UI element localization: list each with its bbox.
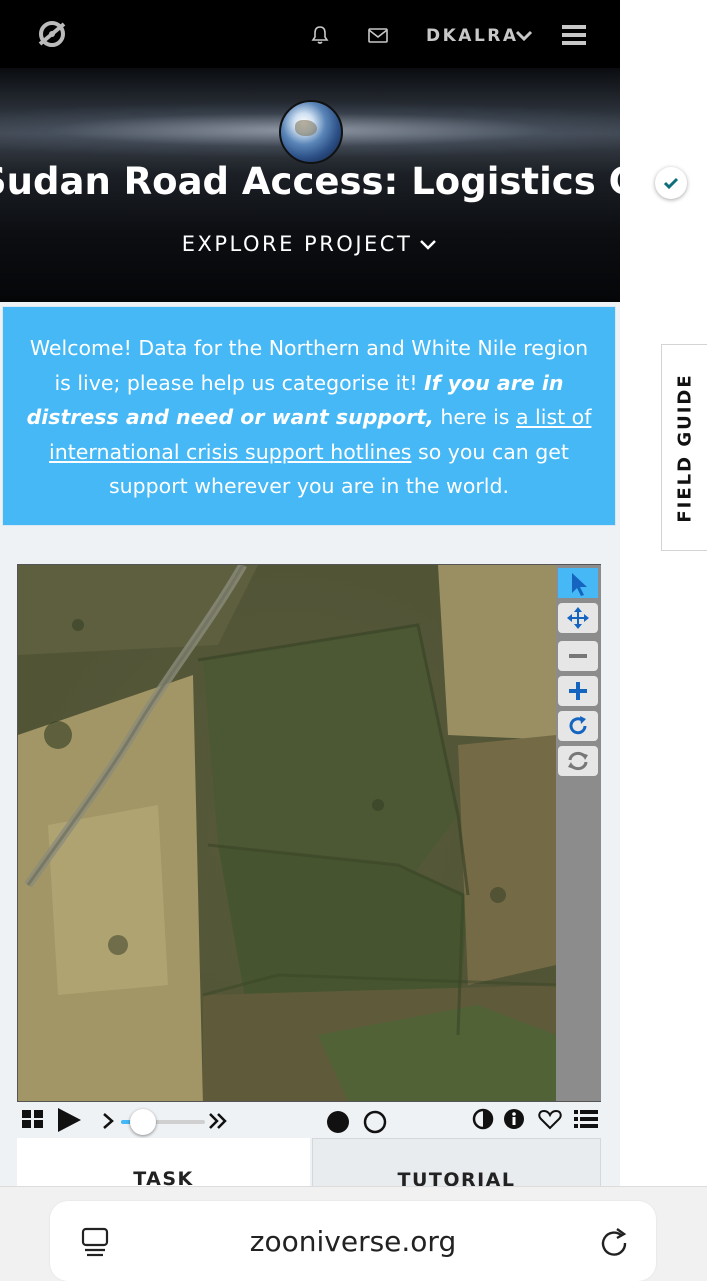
reset-button[interactable] xyxy=(558,746,598,776)
zooniverse-logo-icon[interactable] xyxy=(36,18,68,50)
rotate-button[interactable] xyxy=(558,711,598,741)
viewer-controls xyxy=(17,1104,601,1138)
verified-badge xyxy=(655,167,687,199)
satellite-image-graphic xyxy=(18,565,556,1101)
field-guide-tab[interactable]: FIELD GUIDE xyxy=(661,344,707,551)
heart-icon[interactable] xyxy=(538,1108,562,1130)
chevron-down-icon[interactable] xyxy=(514,28,534,44)
reload-icon[interactable] xyxy=(598,1225,630,1257)
rotate-icon xyxy=(569,716,587,735)
fast-forward-icon[interactable] xyxy=(207,1112,229,1130)
announcement-banner: Welcome! Data for the Northern and White… xyxy=(2,306,616,526)
project-title[interactable]: Sudan Road Access: Logistics Cluster xyxy=(0,160,620,203)
pan-tool-button[interactable] xyxy=(558,603,598,633)
field-guide-label: FIELD GUIDE xyxy=(674,372,695,523)
zoom-out-button[interactable] xyxy=(558,641,598,671)
mail-icon[interactable] xyxy=(367,24,389,46)
zoom-out-icon xyxy=(569,654,587,658)
bell-icon[interactable] xyxy=(309,24,331,46)
explore-project-label: EXPLORE PROJECT xyxy=(181,232,413,256)
banner-text: here is xyxy=(433,405,516,430)
zoom-in-button[interactable] xyxy=(558,676,598,706)
url-text[interactable]: zooniverse.org xyxy=(50,1225,656,1258)
address-bar[interactable]: zooniverse.org xyxy=(50,1201,656,1281)
dot-empty-icon[interactable] xyxy=(362,1109,388,1135)
hamburger-menu-icon[interactable] xyxy=(562,24,586,46)
subject-viewer xyxy=(17,564,601,1102)
pointer-icon xyxy=(572,573,587,596)
explore-project-button[interactable]: EXPLORE PROJECT xyxy=(0,232,620,256)
pointer-tool-button[interactable] xyxy=(558,568,598,598)
play-icon[interactable] xyxy=(55,1106,83,1134)
reset-icon xyxy=(568,751,588,771)
contrast-icon[interactable] xyxy=(472,1108,494,1130)
project-hero: Sudan Road Access: Logistics Cluster EXP… xyxy=(0,68,620,302)
speed-slider-handle[interactable] xyxy=(130,1109,156,1135)
info-icon[interactable] xyxy=(503,1108,525,1130)
satellite-image[interactable] xyxy=(18,565,556,1101)
username-label[interactable]: DKALRA xyxy=(426,26,519,46)
pan-icon xyxy=(567,607,589,629)
browser-toolbar: zooniverse.org xyxy=(0,1186,707,1281)
project-avatar[interactable] xyxy=(279,100,343,164)
zoom-in-icon xyxy=(569,682,587,700)
chevron-down-icon xyxy=(420,240,437,250)
top-navigation: DKALRA xyxy=(0,0,620,68)
checkmark-icon xyxy=(663,177,679,190)
viewer-toolbar xyxy=(556,565,601,1101)
list-icon[interactable] xyxy=(573,1108,599,1130)
dot-filled-icon[interactable] xyxy=(325,1109,351,1135)
project-page: DKALRA Sudan Road Access: Logistics Clus… xyxy=(0,0,620,1280)
grid-icon[interactable] xyxy=(21,1108,45,1130)
chevron-right-icon[interactable] xyxy=(101,1112,115,1130)
